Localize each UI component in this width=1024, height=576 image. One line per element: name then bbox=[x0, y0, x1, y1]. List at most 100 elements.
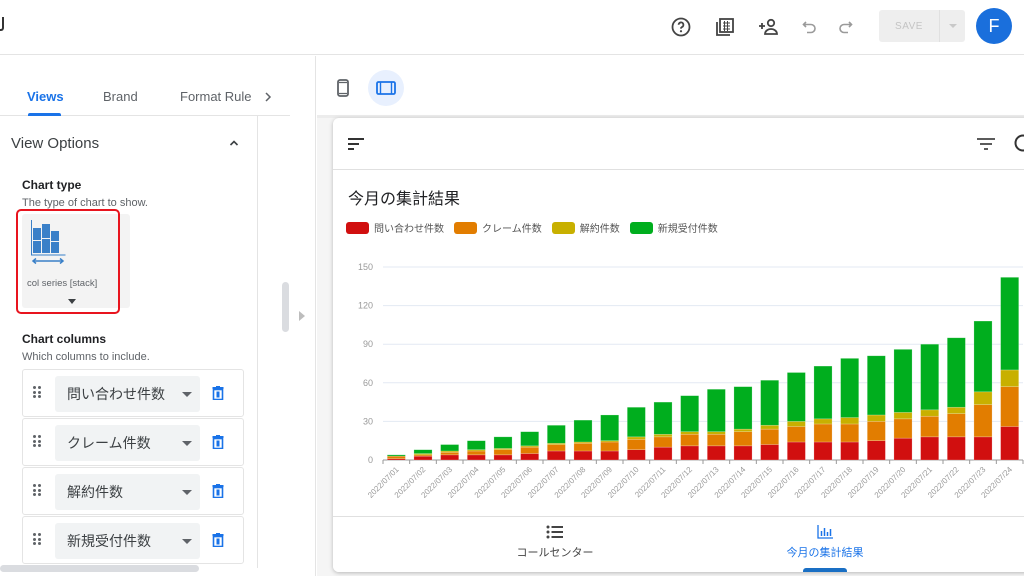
search-icon[interactable] bbox=[1013, 133, 1024, 160]
bar-segment bbox=[760, 424, 780, 430]
legend-item: クレーム件数 bbox=[454, 220, 542, 235]
editor-tabs: Views Brand Format Rule bbox=[0, 56, 290, 116]
bottom-navigation: コールセンター 今月の集計結果 bbox=[333, 516, 1024, 572]
drag-handle-icon[interactable] bbox=[33, 386, 41, 398]
nav-label: コールセンター bbox=[516, 547, 594, 559]
bar-segment bbox=[440, 454, 460, 461]
bar-segment bbox=[706, 433, 726, 447]
bar-segment bbox=[813, 418, 833, 425]
bar-segment bbox=[946, 406, 966, 414]
panel-resize-handle[interactable] bbox=[282, 282, 289, 332]
tab-format-rules[interactable]: Format Rule bbox=[180, 89, 253, 104]
bar-segment bbox=[680, 433, 700, 447]
nav-item-call-center[interactable]: コールセンター bbox=[455, 525, 655, 560]
tablet-preview-button[interactable] bbox=[368, 70, 404, 106]
redo-icon[interactable] bbox=[832, 14, 858, 40]
bar-segment bbox=[626, 439, 646, 451]
bar-segment bbox=[866, 440, 886, 461]
bar-segment bbox=[1000, 426, 1020, 461]
preview-toolbar bbox=[317, 56, 1024, 118]
column-select-value: 問い合わせ件数 bbox=[67, 386, 165, 402]
bar-segment bbox=[573, 450, 593, 461]
chart-columns-subtitle: Which columns to include. bbox=[22, 351, 150, 363]
bar-segment bbox=[733, 428, 753, 432]
nav-item-monthly-results[interactable]: 今月の集計結果 bbox=[725, 525, 925, 560]
bar-segment bbox=[840, 423, 860, 443]
bar-segment bbox=[893, 437, 913, 461]
top-bar: SAVE F bbox=[0, 0, 1024, 55]
delete-trash-icon[interactable] bbox=[212, 484, 224, 499]
dropdown-caret-icon bbox=[182, 392, 192, 397]
tab-views[interactable]: Views bbox=[27, 89, 64, 104]
stacked-bar-chart: 03060901201502022/07/012022/07/022022/07… bbox=[358, 262, 1024, 500]
bar-segment bbox=[813, 423, 833, 443]
delete-trash-icon[interactable] bbox=[212, 435, 224, 450]
phone-preview-button[interactable] bbox=[325, 70, 361, 106]
column-select[interactable]: 問い合わせ件数 bbox=[55, 376, 200, 412]
chart-type-dropdown-caret-icon[interactable] bbox=[68, 299, 76, 304]
bar-segment bbox=[786, 372, 806, 422]
tabs-next-chevron-icon[interactable] bbox=[263, 90, 273, 106]
column-select[interactable]: 新規受付件数 bbox=[55, 523, 200, 559]
bar-segment bbox=[466, 440, 486, 451]
bar-segment bbox=[760, 444, 780, 461]
drag-handle-icon[interactable] bbox=[33, 533, 41, 545]
y-tick-label: 150 bbox=[358, 262, 373, 272]
bar-segment bbox=[653, 436, 673, 448]
bar-segment bbox=[946, 337, 966, 408]
bar-segment bbox=[893, 418, 913, 439]
bar-segment bbox=[493, 436, 513, 449]
bar-segment bbox=[893, 412, 913, 420]
drag-handle-icon[interactable] bbox=[33, 484, 41, 496]
y-tick-label: 0 bbox=[368, 455, 373, 465]
chart-column-row: 解約件数 bbox=[22, 467, 244, 515]
filter-icon[interactable] bbox=[976, 137, 996, 156]
section-title: View Options bbox=[11, 135, 100, 152]
grid-gallery-icon[interactable] bbox=[712, 14, 738, 40]
column-select-value: 新規受付件数 bbox=[67, 533, 151, 549]
bar-segment bbox=[706, 388, 726, 432]
phone-icon bbox=[337, 79, 349, 97]
tab-brand[interactable]: Brand bbox=[103, 89, 138, 104]
bar-segment bbox=[546, 450, 566, 461]
bar-segment bbox=[466, 454, 486, 461]
save-button-group: SAVE bbox=[879, 10, 965, 42]
column-select[interactable]: 解約件数 bbox=[55, 474, 200, 510]
chart-type-value: col series [stack] bbox=[27, 278, 98, 289]
menu-sort-icon[interactable] bbox=[347, 137, 365, 156]
share-person-icon[interactable] bbox=[756, 14, 782, 40]
horizontal-scrollbar[interactable] bbox=[0, 565, 199, 572]
legend-item: 解約件数 bbox=[551, 220, 620, 235]
legend-swatch bbox=[551, 221, 575, 234]
view-options-panel: View Options Chart type The type of char… bbox=[0, 116, 258, 568]
delete-trash-icon[interactable] bbox=[212, 386, 224, 401]
column-select[interactable]: クレーム件数 bbox=[55, 425, 200, 461]
bar-segment bbox=[973, 404, 993, 438]
editor-panel: Views Brand Format Rule View Options Cha… bbox=[0, 56, 316, 576]
bar-segment bbox=[866, 355, 886, 416]
user-avatar[interactable]: F bbox=[976, 8, 1012, 44]
dropdown-caret-icon bbox=[182, 490, 192, 495]
expand-arrow-icon[interactable] bbox=[299, 311, 305, 321]
bar-segment bbox=[920, 436, 940, 461]
y-tick-label: 30 bbox=[363, 416, 373, 426]
bar-segment bbox=[706, 431, 726, 435]
dropdown-caret-icon bbox=[182, 539, 192, 544]
bar-segment bbox=[626, 436, 646, 440]
help-icon[interactable] bbox=[668, 14, 694, 40]
column-select-value: クレーム件数 bbox=[67, 435, 151, 451]
bar-segment bbox=[626, 406, 646, 438]
bar-segment bbox=[520, 446, 540, 454]
stacked-column-chart-icon bbox=[30, 218, 66, 271]
bar-segment bbox=[893, 349, 913, 413]
bar-segment bbox=[733, 431, 753, 447]
collapse-chevron-up-icon[interactable] bbox=[229, 136, 239, 150]
delete-trash-icon[interactable] bbox=[212, 533, 224, 548]
bar-segment bbox=[786, 426, 806, 443]
bar-segment bbox=[600, 450, 620, 461]
save-button[interactable]: SAVE bbox=[879, 10, 940, 42]
bar-segment bbox=[920, 415, 940, 438]
drag-handle-icon[interactable] bbox=[33, 435, 41, 447]
save-options-dropdown[interactable] bbox=[940, 10, 965, 42]
undo-icon[interactable] bbox=[797, 14, 823, 40]
